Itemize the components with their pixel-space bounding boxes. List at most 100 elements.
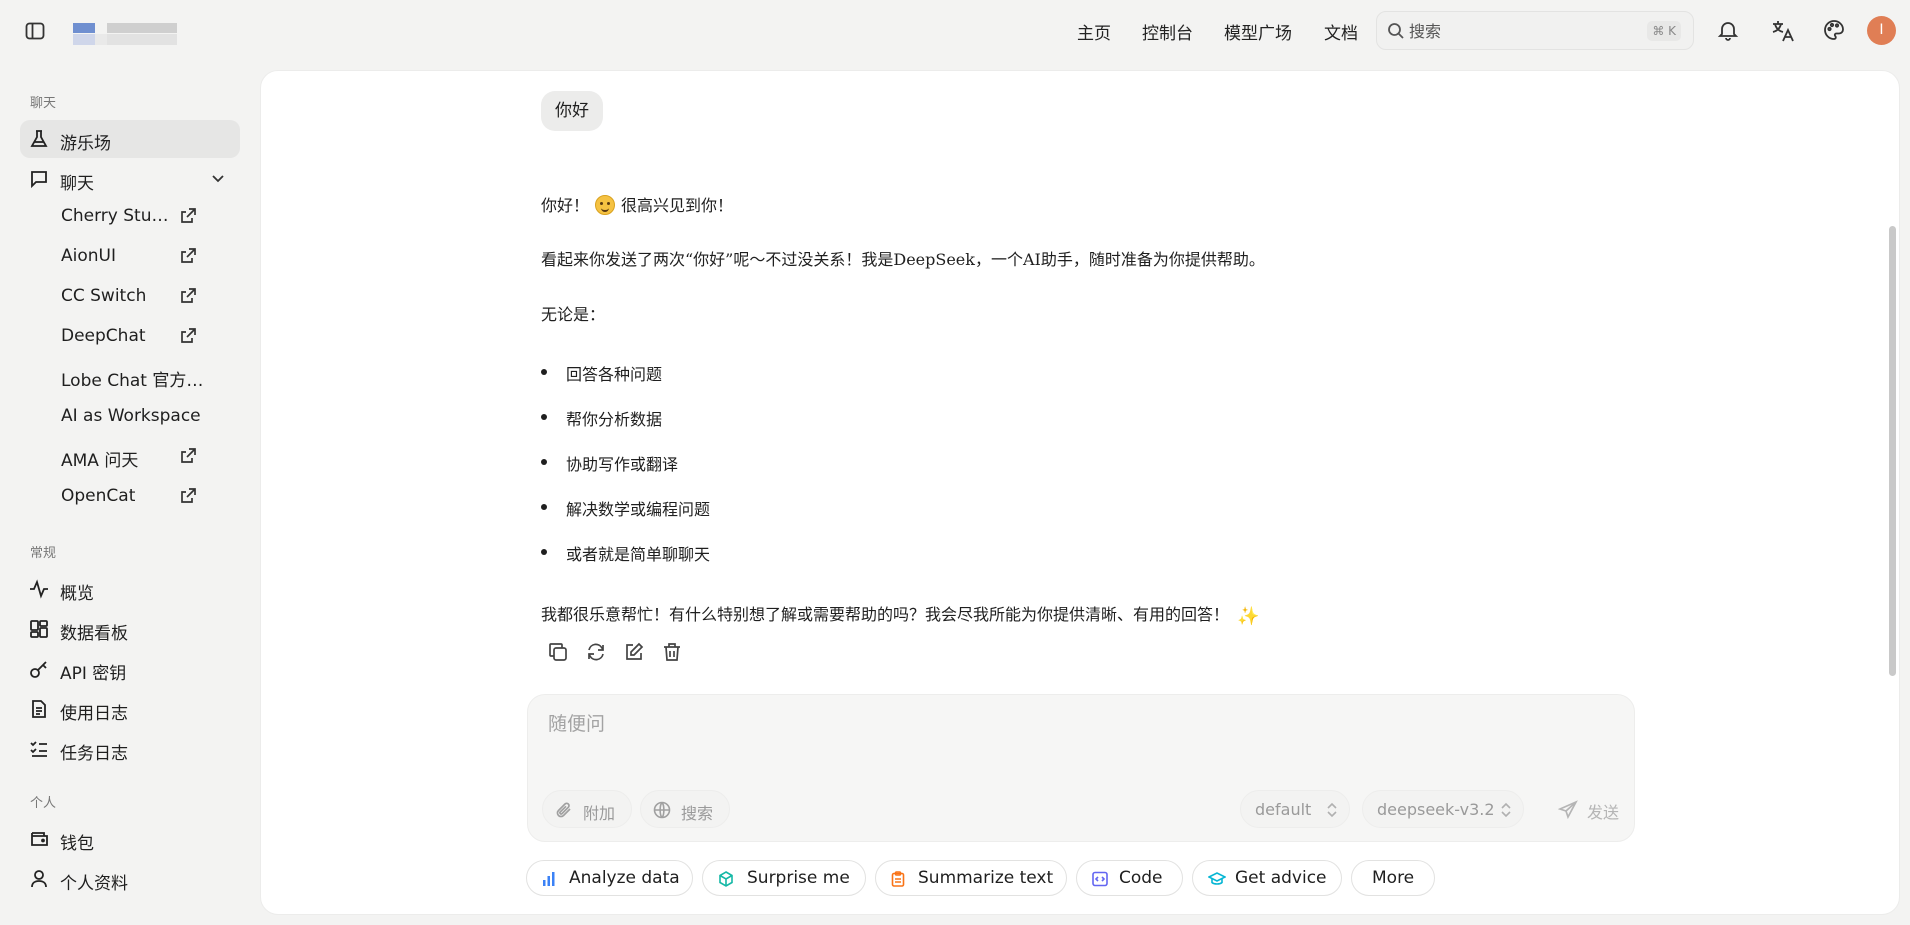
avatar[interactable]: I [1867, 16, 1896, 45]
nav-model-square[interactable]: 模型广场 [1224, 19, 1292, 44]
clipboard-icon [891, 871, 905, 887]
model-select[interactable]: deepseek-v3.2 [1362, 790, 1524, 828]
sidebar: 聊天 游乐场 聊天 Cherry Stu… AionUI CC Switch D… [0, 62, 260, 925]
reply-closing: 我都很乐意帮忙！有什么特别想了解或需要帮助的吗？我会尽我所能为你提供清晰、有用的… [541, 601, 1259, 627]
suggestion-get-advice[interactable]: Get advice [1192, 860, 1342, 896]
sidebar-item-dashboard[interactable]: 数据看板 [20, 610, 240, 648]
regenerate-icon[interactable] [585, 641, 609, 665]
sidebar-app-deepchat[interactable]: DeepChat [50, 320, 210, 354]
suggestion-label: Summarize text [918, 868, 1054, 888]
trash-icon[interactable] [661, 641, 685, 665]
activity-icon [29, 579, 49, 599]
suggestion-label: More [1372, 868, 1415, 888]
global-search[interactable]: ⌘ K [1376, 11, 1694, 50]
suggestion-code[interactable]: Code [1076, 860, 1183, 896]
sidebar-app-label: CC Switch [61, 286, 147, 306]
reply-greeting: 你好！ 很高兴见到你！ [541, 192, 733, 216]
translate-icon[interactable] [1770, 18, 1796, 44]
nav-console[interactable]: 控制台 [1142, 19, 1193, 44]
sidebar-item-label: 数据看板 [60, 624, 128, 644]
search-input[interactable] [1409, 19, 1609, 43]
key-icon [29, 659, 49, 679]
external-link-icon [179, 247, 197, 269]
sidebar-item-overview[interactable]: 概览 [20, 570, 240, 608]
sidebar-app-label: Lobe Chat 官方… [61, 371, 204, 391]
chevron-down-icon[interactable] [210, 170, 226, 190]
search-shortcut-hint: ⌘ K [1647, 21, 1681, 41]
sidebar-app-label: AI as Workspace [61, 406, 201, 426]
sidebar-item-label: 钱包 [60, 834, 94, 854]
logo[interactable] [73, 23, 177, 45]
sidebar-app-label: Cherry Stu… [61, 206, 169, 226]
reply-greeting-text: 你好！ [541, 196, 590, 215]
nav-docs[interactable]: 文档 [1324, 19, 1358, 44]
scrollbar[interactable] [1889, 226, 1896, 676]
sidebar-item-task-logs[interactable]: 任务日志 [20, 730, 240, 768]
sidebar-item-wallet[interactable]: 钱包 [20, 820, 240, 858]
suggestion-label: Code [1119, 868, 1163, 888]
suggestion-more[interactable]: More [1351, 860, 1435, 896]
palette-icon[interactable] [1822, 18, 1848, 44]
chat-panel: 你好 你好！ 很高兴见到你！ 看起来你发送了两次“你好”呢～不过没关系！我是Dee… [260, 70, 1900, 915]
search-icon [1387, 22, 1405, 40]
suggestion-label: Get advice [1235, 868, 1327, 888]
smile-emoji-icon [595, 195, 616, 215]
sidebar-item-label: 任务日志 [60, 744, 128, 764]
copy-icon[interactable] [547, 641, 571, 665]
chevrons-up-down-icon [1325, 802, 1339, 822]
flask-icon [29, 129, 49, 149]
suggestion-analyze-data[interactable]: Analyze data [526, 860, 693, 896]
message-input[interactable] [548, 709, 1608, 769]
sidebar-item-label: 聊天 [60, 174, 94, 194]
globe-icon [653, 801, 671, 819]
send-button[interactable]: 发送 [1550, 790, 1630, 828]
section-title-chat: 聊天 [30, 96, 57, 111]
user-message-bubble: 你好 [541, 91, 603, 131]
cube-icon [718, 871, 734, 887]
group-select[interactable]: default [1240, 790, 1350, 828]
message-square-icon [29, 169, 49, 189]
dashboard-icon [29, 619, 49, 639]
bell-icon[interactable] [1716, 18, 1742, 44]
graduation-cap-icon [1208, 871, 1226, 887]
web-search-button[interactable]: 搜索 [640, 790, 730, 828]
sidebar-app-label: DeepChat [61, 326, 146, 346]
sidebar-toggle-icon[interactable] [24, 20, 46, 42]
sidebar-item-chat[interactable]: 聊天 [20, 160, 240, 198]
sidebar-app-aionui[interactable]: AionUI [50, 240, 210, 274]
suggestion-summarize-text[interactable]: Summarize text [875, 860, 1067, 896]
sidebar-app-label: OpenCat [61, 486, 136, 506]
model-select-value: deepseek-v3.2 [1377, 800, 1495, 819]
sidebar-item-usage-logs[interactable]: 使用日志 [20, 690, 240, 728]
attach-button[interactable]: 附加 [542, 790, 632, 828]
file-text-icon [29, 699, 49, 719]
reply-paragraph: 无论是： [541, 305, 606, 324]
nav-home[interactable]: 主页 [1077, 19, 1111, 44]
sidebar-item-api-keys[interactable]: API 密钥 [20, 650, 240, 688]
sidebar-app-lobe-chat[interactable]: Lobe Chat 官方… [50, 360, 210, 394]
sidebar-app-label: AionUI [61, 246, 116, 266]
reply-closing-text: 我都很乐意帮忙！有什么特别想了解或需要帮助的吗？我会尽我所能为你提供清晰、有用的… [541, 605, 1230, 624]
external-link-icon [179, 207, 197, 229]
sidebar-app-ama[interactable]: AMA 问天 [50, 440, 210, 474]
top-bar: 主页 控制台 模型广场 文档 ⌘ K I [0, 0, 1910, 62]
sidebar-app-ai-as-workspace[interactable]: AI as Workspace [50, 400, 210, 434]
external-link-icon [179, 447, 197, 469]
suggestion-surprise-me[interactable]: Surprise me [702, 860, 866, 896]
suggestion-label: Analyze data [569, 868, 680, 888]
sidebar-item-label: 概览 [60, 584, 94, 604]
sidebar-app-cc-switch[interactable]: CC Switch [50, 280, 210, 314]
paperclip-icon [555, 801, 573, 819]
section-title-general: 常规 [30, 546, 57, 561]
code-icon [1092, 871, 1108, 887]
sidebar-app-cherry-studio[interactable]: Cherry Stu… [50, 200, 210, 234]
sparkles-icon: ✨ [1237, 606, 1260, 627]
external-link-icon [179, 487, 197, 509]
reply-paragraph: 看起来你发送了两次“你好”呢～不过没关系！我是DeepSeek，一个AI助手，随… [541, 250, 1265, 269]
send-icon [1558, 800, 1578, 820]
web-search-label: 搜索 [681, 804, 714, 823]
sidebar-app-opencat[interactable]: OpenCat [50, 480, 210, 514]
sidebar-item-playground[interactable]: 游乐场 [20, 120, 240, 158]
sidebar-item-profile[interactable]: 个人资料 [20, 860, 240, 898]
edit-icon[interactable] [623, 641, 647, 665]
